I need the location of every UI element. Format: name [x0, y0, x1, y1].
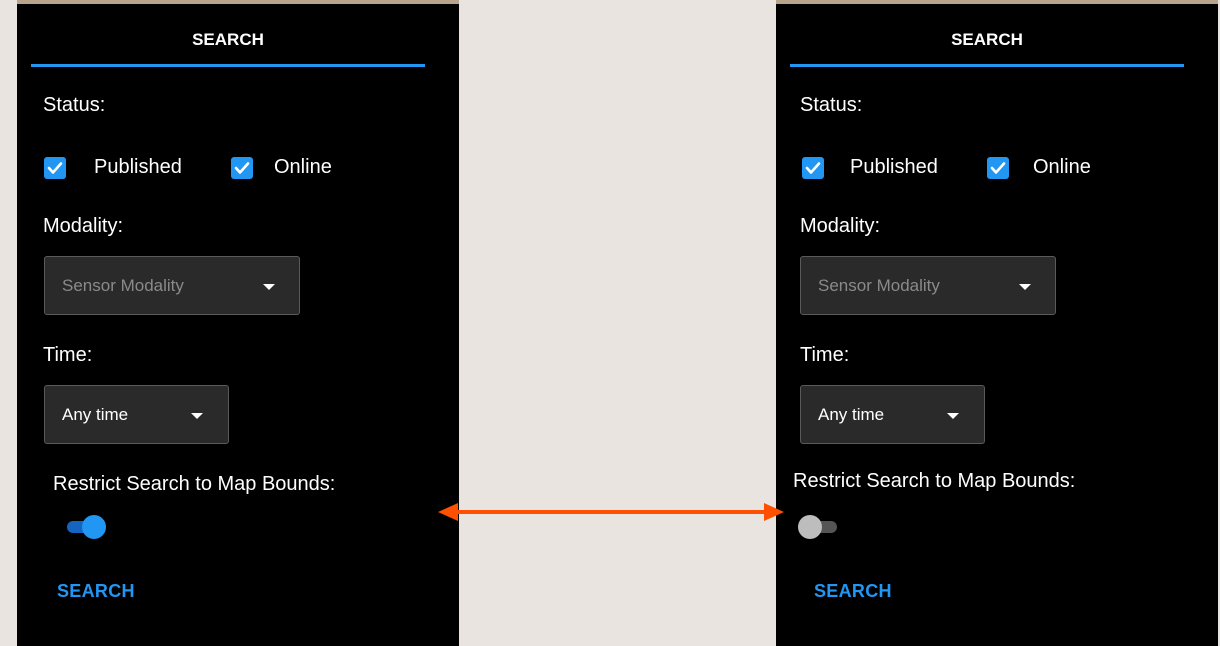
modality-placeholder: Sensor Modality: [818, 276, 940, 295]
tab-indicator: [790, 64, 1184, 67]
restrict-bounds-toggle[interactable]: [62, 512, 106, 540]
check-icon: [234, 162, 250, 174]
time-select-value: Any time: [818, 405, 885, 424]
caret-down-icon: [1019, 284, 1031, 290]
tab-indicator: [31, 64, 425, 67]
restrict-bounds-label: Restrict Search to Map Bounds:: [53, 473, 336, 495]
time-label: Time:: [800, 344, 850, 366]
online-checkbox[interactable]: [987, 157, 1009, 179]
online-checkbox-label[interactable]: Online: [274, 156, 332, 179]
time-select[interactable]: Any time: [44, 385, 229, 444]
caret-down-icon: [191, 413, 203, 419]
tab-search[interactable]: SEARCH: [790, 30, 1184, 50]
search-panel-right: SEARCH Status: Published Online Modality…: [776, 0, 1218, 646]
top-border-strip: [776, 0, 1218, 4]
published-checkbox[interactable]: [44, 157, 66, 179]
status-label: Status:: [800, 94, 863, 116]
modality-select[interactable]: Sensor Modality: [44, 256, 300, 315]
toggle-thumb: [82, 515, 106, 539]
top-border-strip: [17, 0, 459, 4]
tab-search[interactable]: SEARCH: [31, 30, 425, 50]
check-icon: [47, 162, 63, 174]
restrict-bounds-label: Restrict Search to Map Bounds:: [793, 470, 1076, 492]
published-checkbox-label[interactable]: Published: [850, 156, 938, 179]
search-button[interactable]: SEARCH: [814, 581, 892, 602]
toggle-thumb: [798, 515, 822, 539]
time-select[interactable]: Any time: [800, 385, 985, 444]
check-icon: [805, 162, 821, 174]
caret-down-icon: [263, 284, 275, 290]
online-checkbox[interactable]: [231, 157, 253, 179]
caret-down-icon: [947, 413, 959, 419]
modality-placeholder: Sensor Modality: [62, 276, 184, 295]
check-icon: [990, 162, 1006, 174]
search-panel-left: SEARCH Status: Published Online Modality…: [17, 0, 459, 646]
search-button[interactable]: SEARCH: [57, 581, 135, 602]
status-label: Status:: [43, 94, 106, 116]
published-checkbox[interactable]: [802, 157, 824, 179]
time-label: Time:: [43, 344, 93, 366]
modality-label: Modality:: [800, 215, 881, 237]
restrict-bounds-toggle[interactable]: [798, 512, 840, 540]
double-headed-arrow-icon: [438, 503, 784, 521]
modality-label: Modality:: [43, 215, 124, 237]
time-select-value: Any time: [62, 405, 129, 424]
modality-select[interactable]: Sensor Modality: [800, 256, 1056, 315]
published-checkbox-label[interactable]: Published: [94, 156, 182, 179]
online-checkbox-label[interactable]: Online: [1033, 156, 1091, 179]
